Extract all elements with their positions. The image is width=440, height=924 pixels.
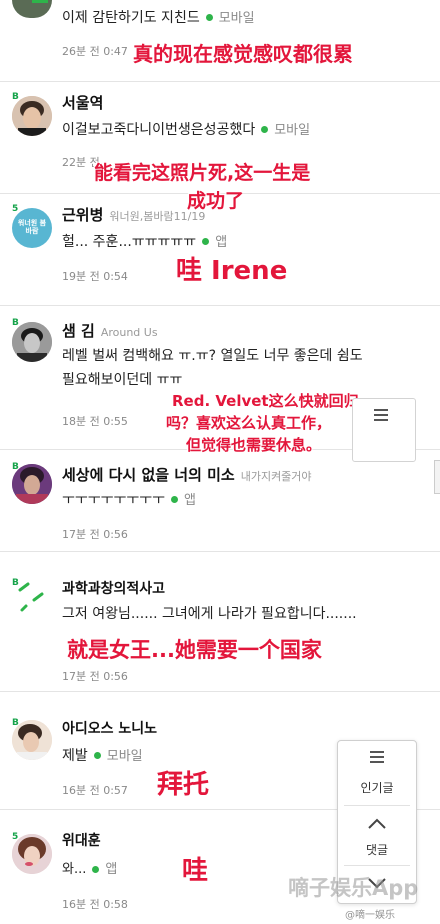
user-name[interactable]: 과학과창의적사고 <box>62 578 165 598</box>
comment-time: 18분 전 0:55 <box>62 415 128 428</box>
caption-overlay: 吗？喜欢这么认真工作， <box>166 414 332 432</box>
user-name[interactable]: 위대훈 <box>62 830 101 850</box>
avatar[interactable] <box>12 580 52 620</box>
comment-time: 17분 전 0:56 <box>62 670 128 683</box>
user-name[interactable]: 서울역 <box>62 92 103 113</box>
caption-overlay: 真的现在感觉感叹都很累 <box>133 42 353 66</box>
comment-time: 16분 전 0:57 <box>62 784 128 797</box>
divider <box>344 865 410 866</box>
user-name[interactable]: 샘 김 Around Us <box>62 320 158 341</box>
comment-item: 이제 감탄하기도 지친드 모바일 26분 전 0:47 真的现在感觉感叹都很累 <box>0 0 440 82</box>
scroll-up-button[interactable] <box>338 809 416 837</box>
divider <box>344 805 410 806</box>
avatar[interactable] <box>12 322 52 362</box>
caption-overlay: 就是女王...她需要一个国家 <box>67 638 322 662</box>
chevron-up-icon <box>368 818 386 829</box>
caption-overlay: 拜托 <box>157 770 210 800</box>
comment-text: 이제 감탄하기도 지친드 모바일 <box>62 10 255 26</box>
caption-overlay: 哇 <box>182 856 209 886</box>
caption-overlay: 哇 Irene <box>176 256 288 286</box>
device-label: 모바일 <box>274 123 311 138</box>
online-dot <box>202 238 210 245</box>
caption-overlay: Red. Velvet这么快就回归 <box>172 392 359 410</box>
comment-time: 17분 전 0:56 <box>62 528 128 541</box>
comment-item: B 서울역 이걸보고죽다니이번생은성공했다 모바일 22분 전 能看完这照片死,这… <box>0 82 440 212</box>
comment-item: B 과학과창의적사고 그저 여왕님...... 그녀에게 나라가 필요합니다..… <box>0 552 440 692</box>
comment-text: ㅜㅜㅜㅜㅜㅜㅜㅜ 앱 <box>62 492 197 508</box>
avatar[interactable]: 워너원 봄바람 <box>12 208 52 248</box>
avatar[interactable] <box>12 96 52 136</box>
menu-icon <box>370 751 384 763</box>
watermark: 嘀子娱乐App <box>288 876 419 900</box>
comments-button[interactable]: 댓글 <box>338 841 416 858</box>
device-label: 앱 <box>105 862 118 877</box>
comment-text: 레벨 벌써 컴백해요 ㅠ.ㅠ? 열일도 너무 좋은데 쉼도 <box>62 348 363 364</box>
user-name[interactable]: 아디오스 노니노 <box>62 718 157 738</box>
user-subtitle: 워너원,봄바람11/19 <box>109 210 206 223</box>
online-dot <box>171 496 179 503</box>
avatar[interactable] <box>12 834 52 874</box>
device-label: 앱 <box>215 235 228 250</box>
comment-item: 5 워너원 봄바람 근위병 워너원,봄바람11/19 헐... 주훈...ㅠㅠㅠㅠ… <box>0 194 440 306</box>
device-label: 모바일 <box>106 749 143 764</box>
popular-button[interactable]: 인기글 <box>338 779 416 796</box>
menu-button[interactable] <box>338 741 416 771</box>
user-subtitle: 내가지켜줄거야 <box>240 470 312 483</box>
device-label: 앱 <box>184 493 197 508</box>
online-dot <box>92 865 100 873</box>
comment-text: 이걸보고죽다니이번생은성공했다 모바일 <box>62 122 311 138</box>
comment-time: 26분 전 0:47 <box>62 45 128 58</box>
comment-text: 와... 앱 <box>62 862 118 877</box>
online-dot <box>93 752 101 759</box>
comment-text: 필요해보이던데 ㅠㅠ <box>62 372 183 388</box>
avatar-text: 워너원 봄바람 <box>17 219 47 235</box>
user-subtitle: Around Us <box>100 326 158 339</box>
comment-text: 제발 모바일 <box>62 748 143 764</box>
online-dot <box>261 126 269 133</box>
watermark-weibo: @嘀一娱乐 <box>345 910 395 921</box>
avatar[interactable] <box>12 720 52 760</box>
avatar[interactable] <box>12 464 52 504</box>
comment-time: 19분 전 0:54 <box>62 270 128 283</box>
user-name[interactable]: 근위병 워너원,봄바람11/19 <box>62 204 205 225</box>
caption-overlay: 能看完这照片死,这一生是 <box>94 162 311 184</box>
device-label: 모바일 <box>218 11 255 26</box>
comment-text: 그저 여왕님...... 그녀에게 나라가 필요합니다....... <box>62 606 357 622</box>
online-dot <box>205 14 213 21</box>
menu-icon <box>374 409 388 421</box>
comment-time: 16분 전 0:58 <box>62 898 128 911</box>
user-name[interactable]: 세상에 다시 없을 너의 미소 내가지켜줄거야 <box>62 464 312 485</box>
comment-item: B 세상에 다시 없을 너의 미소 내가지켜줄거야 ㅜㅜㅜㅜㅜㅜㅜㅜ 앱 17분 전… <box>0 450 440 552</box>
